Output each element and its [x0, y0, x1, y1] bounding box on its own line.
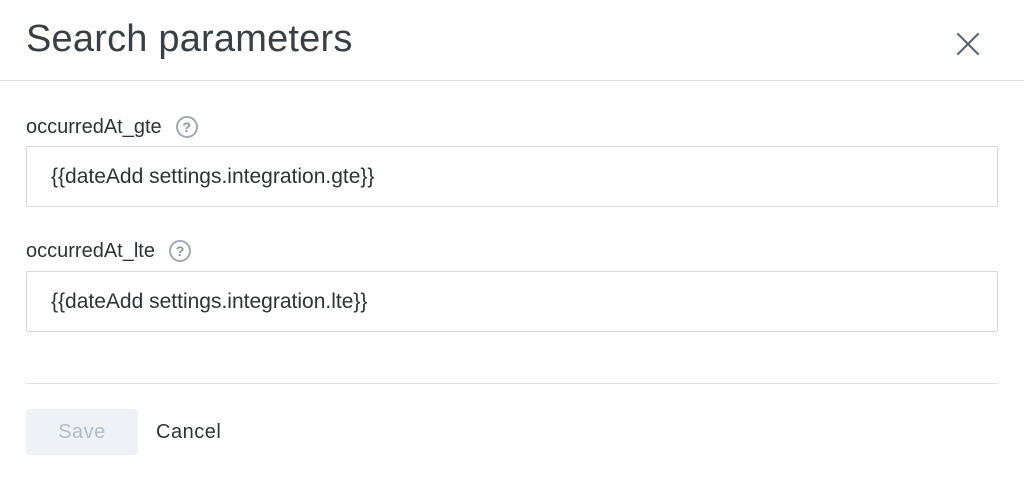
search-parameters-dialog: Search parameters occurredAt_gte ? occur…: [0, 0, 1024, 478]
close-button[interactable]: [952, 28, 984, 60]
dialog-header: Search parameters: [0, 0, 1024, 81]
occurred-at-lte-label: occurredAt_lte: [26, 240, 155, 262]
save-button[interactable]: Save: [26, 409, 138, 455]
field-label-row-lte: occurredAt_lte ?: [26, 238, 191, 264]
occurred-at-gte-label: occurredAt_gte: [26, 116, 162, 138]
cancel-button[interactable]: Cancel: [146, 409, 231, 455]
help-icon[interactable]: ?: [175, 116, 198, 138]
help-icon[interactable]: ?: [168, 240, 191, 262]
occurred-at-lte-input[interactable]: [26, 271, 998, 332]
field-label-row-gte: occurredAt_gte ?: [26, 114, 198, 140]
occurred-at-gte-input[interactable]: [26, 146, 998, 207]
dialog-title: Search parameters: [26, 18, 353, 60]
close-icon: [956, 32, 980, 56]
footer-divider: [26, 383, 998, 384]
